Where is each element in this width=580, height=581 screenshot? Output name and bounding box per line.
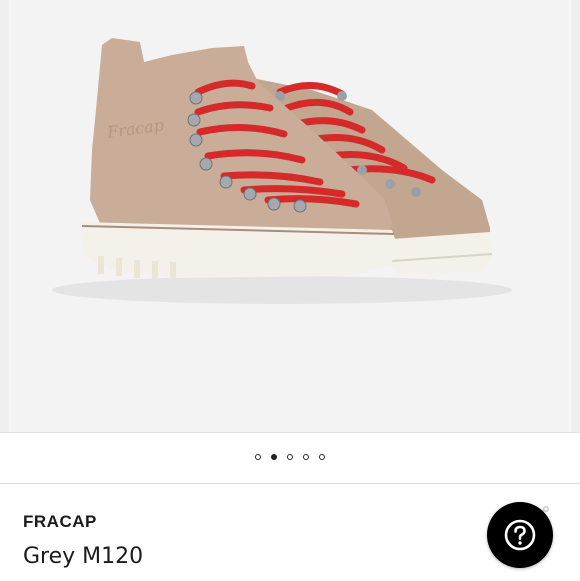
carousel-dot[interactable] bbox=[319, 454, 325, 460]
question-mark-icon bbox=[504, 519, 536, 551]
divider bbox=[0, 432, 580, 433]
next-slide-peek[interactable] bbox=[571, 0, 580, 432]
carousel-dot[interactable] bbox=[255, 454, 261, 460]
carousel-pagination bbox=[0, 450, 580, 464]
previous-slide-peek[interactable] bbox=[0, 0, 9, 432]
product-image-carousel[interactable]: Fracap bbox=[0, 0, 580, 432]
carousel-dot[interactable] bbox=[287, 454, 293, 460]
boot-photo: Fracap bbox=[52, 38, 512, 304]
product-title: Grey M120 bbox=[23, 544, 144, 569]
carousel-dot[interactable] bbox=[271, 454, 277, 460]
help-button[interactable] bbox=[487, 502, 553, 568]
product-image[interactable]: Fracap bbox=[12, 0, 568, 432]
carousel-dot[interactable] bbox=[303, 454, 309, 460]
product-brand[interactable]: FRACAP bbox=[23, 512, 97, 532]
